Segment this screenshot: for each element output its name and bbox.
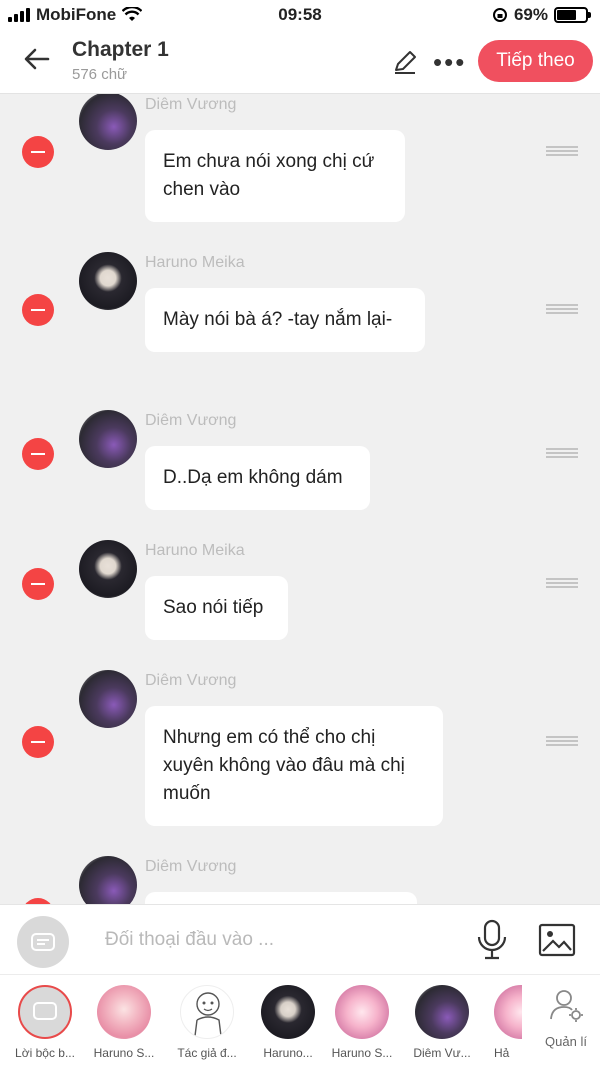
character-item[interactable]: Tác giả đ... xyxy=(167,985,247,1060)
character-item[interactable]: Diêm Vư... xyxy=(402,985,482,1060)
rotation-lock-icon xyxy=(492,8,507,22)
drag-handle-icon[interactable] xyxy=(546,578,578,588)
character-label: Haruno S... xyxy=(93,1046,155,1060)
message-bubble[interactable]: D..Dạ em không dám xyxy=(145,446,370,510)
edit-icon[interactable] xyxy=(391,48,419,76)
next-button[interactable]: Tiếp theo xyxy=(478,40,593,82)
manage-button[interactable]: Quản lí xyxy=(536,987,596,1049)
speaker-name: Diêm Vương xyxy=(145,96,237,113)
speaker-name: Diêm Vương xyxy=(145,412,237,429)
dialogue-input[interactable]: Đối thoại đầu vào ... xyxy=(105,929,274,951)
speaker-name: Haruno Meika xyxy=(145,254,245,271)
avatar xyxy=(261,985,315,1039)
avatar xyxy=(335,985,389,1039)
remove-button[interactable] xyxy=(22,438,54,470)
drag-handle-icon[interactable] xyxy=(546,736,578,746)
remove-button[interactable] xyxy=(22,726,54,758)
back-arrow-icon xyxy=(24,48,50,70)
narration-avatar[interactable] xyxy=(17,916,69,968)
speaker-name: Diêm Vương xyxy=(145,858,237,875)
message-bubble[interactable]: Sao nói tiếp xyxy=(145,576,288,640)
remove-button[interactable] xyxy=(22,568,54,600)
app-header: Chapter 1 576 chữ ••• Tiếp theo xyxy=(0,30,600,94)
message-bubble[interactable]: Mày nói bà á? -tay nắm lại- xyxy=(145,288,425,352)
input-bar: Đối thoại đầu vào ... xyxy=(0,904,600,974)
sketch-face-icon xyxy=(194,992,222,1037)
avatar xyxy=(79,856,137,904)
character-label: Haruno... xyxy=(263,1046,313,1060)
user-settings-icon xyxy=(550,990,583,1022)
character-label: Haruno S... xyxy=(331,1046,393,1060)
status-right: 69% xyxy=(492,5,591,25)
avatar xyxy=(79,252,137,310)
more-options-icon[interactable]: ••• xyxy=(433,49,466,75)
character-label: Diêm Vư... xyxy=(413,1046,471,1060)
avatar xyxy=(79,670,137,728)
battery-fill xyxy=(557,10,577,20)
avatar xyxy=(494,985,522,1039)
message-bubble[interactable]: Em chưa nói xong chị cứ chen vào xyxy=(145,130,405,222)
message-bubble[interactable] xyxy=(145,892,417,904)
word-count: 576 chữ xyxy=(72,66,128,83)
avatar xyxy=(79,540,137,598)
narration-icon xyxy=(33,1002,57,1020)
character-label: Lời bộc b... xyxy=(15,1046,75,1060)
drag-handle-icon[interactable] xyxy=(546,304,578,314)
image-icon[interactable] xyxy=(538,922,576,958)
avatar xyxy=(79,410,137,468)
battery-percent: 69% xyxy=(513,5,548,24)
character-item[interactable]: Haruno S... xyxy=(322,985,402,1060)
character-label: Tác giả đ... xyxy=(177,1046,237,1060)
avatar xyxy=(415,985,469,1039)
avatar xyxy=(79,94,137,150)
narration-icon xyxy=(31,933,55,951)
page-title: Chapter 1 xyxy=(72,38,169,61)
speaker-name: Diêm Vương xyxy=(145,672,237,689)
character-narration[interactable]: Lời bộc b... xyxy=(5,985,85,1060)
character-bar: Lời bộc b... Haruno S... Tác giả đ... Ha… xyxy=(0,974,600,1067)
character-item[interactable]: Haruno S... xyxy=(84,985,164,1060)
microphone-icon[interactable] xyxy=(475,919,509,961)
drag-handle-icon[interactable] xyxy=(546,448,578,458)
avatar xyxy=(97,985,151,1039)
message-bubble[interactable]: Nhưng em có thể cho chị xuyên không vào … xyxy=(145,706,443,826)
speaker-name: Haruno Meika xyxy=(145,542,245,559)
back-button[interactable] xyxy=(22,44,56,78)
character-item[interactable]: Hả xyxy=(482,985,522,1060)
dialogue-list[interactable]: Diêm Vương Em chưa nói xong chị cứ chen … xyxy=(0,94,600,904)
status-bar: MobiFone 09:58 69% xyxy=(0,0,600,30)
remove-button[interactable] xyxy=(22,294,54,326)
battery-icon xyxy=(554,7,591,23)
avatar xyxy=(180,985,234,1039)
character-item[interactable]: Haruno... xyxy=(248,985,328,1060)
character-label: Hả xyxy=(494,1046,510,1060)
avatar xyxy=(18,985,72,1039)
remove-button[interactable] xyxy=(22,136,54,168)
drag-handle-icon[interactable] xyxy=(546,146,578,156)
manage-label: Quản lí xyxy=(545,1034,587,1049)
